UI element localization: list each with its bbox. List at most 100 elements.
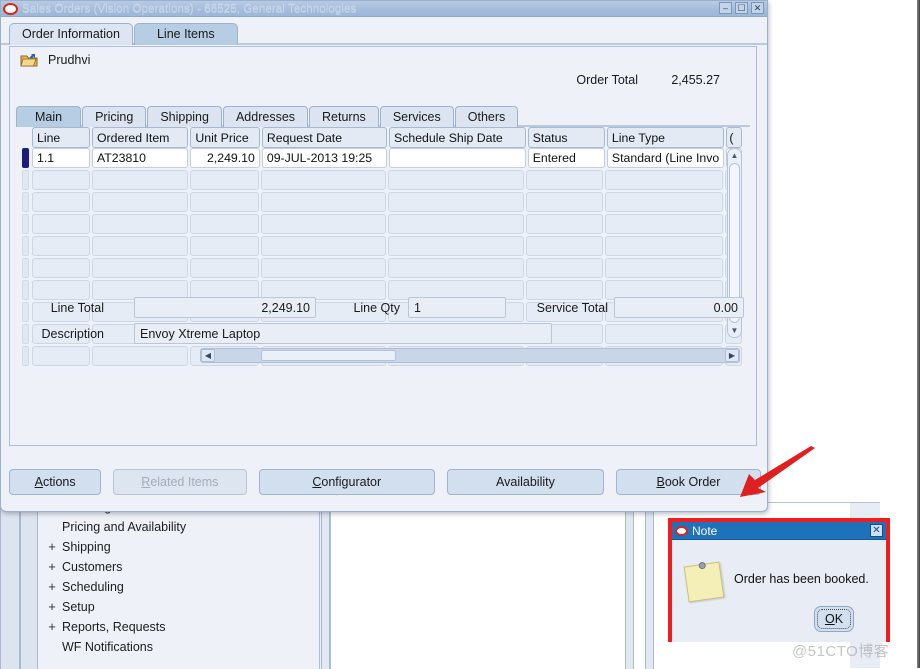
cell-empty[interactable]	[32, 170, 90, 190]
cell-status[interactable]: Entered	[527, 148, 605, 168]
cell-empty[interactable]	[189, 170, 260, 190]
cell-empty[interactable]	[91, 346, 188, 366]
cell-empty[interactable]	[526, 170, 604, 190]
cell-empty[interactable]	[32, 214, 90, 234]
cell-ordered-item[interactable]: AT23810	[91, 148, 189, 168]
note-close-button[interactable]: ✕	[870, 524, 883, 537]
col-header-status[interactable]: Status	[527, 127, 605, 148]
related-items-button[interactable]: Related Items	[113, 469, 247, 495]
expand-icon[interactable]: +	[46, 577, 58, 597]
cell-empty[interactable]	[261, 258, 387, 278]
cell-empty[interactable]	[261, 214, 387, 234]
cell-schedule-ship-date[interactable]: 31-DEC-2012 23:59:00	[389, 148, 526, 168]
row-selector[interactable]	[22, 258, 29, 278]
cell-empty[interactable]	[91, 214, 188, 234]
cell-empty[interactable]	[388, 236, 525, 256]
row-selector[interactable]	[22, 170, 29, 190]
cell-empty[interactable]	[388, 214, 525, 234]
table-row[interactable]: 1.1 AT23810 2,249.10 09-JUL-2013 19:25 3…	[22, 148, 744, 170]
tab-returns[interactable]: Returns	[309, 106, 379, 127]
cell-empty[interactable]	[526, 214, 604, 234]
tree-item[interactable]: + Customers	[38, 557, 319, 577]
row-selector[interactable]	[22, 192, 29, 212]
cell-empty[interactable]	[32, 192, 90, 212]
cell-empty[interactable]	[91, 192, 188, 212]
note-titlebar[interactable]: Note ✕	[672, 522, 886, 540]
cell-line[interactable]: 1.1	[32, 148, 90, 168]
col-header-ordered-item[interactable]: Ordered Item	[91, 127, 189, 148]
table-row-empty[interactable]	[22, 170, 744, 192]
cell-empty[interactable]	[605, 170, 723, 190]
cell-line-type[interactable]: Standard (Line Invo	[606, 148, 725, 168]
cell-empty[interactable]	[189, 214, 260, 234]
cell-empty[interactable]	[605, 236, 723, 256]
cell-empty[interactable]	[526, 258, 604, 278]
cell-empty[interactable]	[261, 192, 387, 212]
cell-empty[interactable]	[91, 170, 188, 190]
table-row-empty[interactable]	[22, 258, 744, 280]
row-selector[interactable]	[22, 346, 29, 366]
col-header-line-type[interactable]: Line Type	[606, 127, 725, 148]
tree-item[interactable]: + Shipping	[38, 537, 319, 557]
cell-empty[interactable]	[91, 258, 188, 278]
tab-services[interactable]: Services	[379, 106, 454, 127]
configurator-button[interactable]: Configurator	[258, 469, 436, 495]
tree-item[interactable]: + Scheduling	[38, 577, 319, 597]
table-row-empty[interactable]	[22, 192, 744, 214]
cell-empty[interactable]	[189, 236, 260, 256]
col-header-unit-price[interactable]: Unit Price	[190, 127, 260, 148]
row-selector[interactable]	[22, 214, 29, 234]
cell-empty[interactable]	[261, 170, 387, 190]
cell-empty[interactable]	[605, 214, 723, 234]
cell-empty[interactable]	[605, 258, 723, 278]
cell-empty[interactable]	[261, 236, 387, 256]
cell-request-date[interactable]: 09-JUL-2013 19:25	[261, 148, 388, 168]
cell-empty[interactable]	[32, 346, 90, 366]
tab-others[interactable]: Others	[454, 106, 519, 127]
cell-empty[interactable]	[189, 192, 260, 212]
cell-empty[interactable]	[32, 236, 90, 256]
tab-shipping[interactable]: Shipping	[147, 106, 222, 127]
tab-pricing[interactable]: Pricing	[82, 106, 147, 127]
tab-addresses[interactable]: Addresses	[222, 106, 309, 127]
cell-empty[interactable]	[91, 236, 188, 256]
tab-main[interactable]: Main	[16, 106, 82, 127]
row-selector[interactable]	[22, 148, 29, 168]
actions-button[interactable]: Actions	[9, 469, 102, 495]
scroll-up-icon[interactable]: ▲	[728, 149, 741, 162]
expand-icon[interactable]: +	[46, 597, 58, 617]
expand-icon[interactable]: +	[46, 537, 58, 557]
col-header-request-date[interactable]: Request Date	[261, 127, 388, 148]
note-ok-button[interactable]: OK	[814, 606, 854, 632]
tree-item[interactable]: + Reports, Requests	[38, 617, 319, 637]
cell-empty[interactable]	[526, 192, 604, 212]
cell-empty[interactable]	[32, 258, 90, 278]
table-row-empty[interactable]	[22, 214, 744, 236]
tree-item[interactable]: + Setup	[38, 597, 319, 617]
navigator-tree[interactable]: + Sales Agreement Pricing and Availabili…	[38, 499, 320, 669]
service-total-field[interactable]: 0.00	[614, 297, 744, 318]
cell-empty[interactable]	[189, 258, 260, 278]
tab-order-information[interactable]: Order Information	[9, 23, 133, 45]
col-header-schedule-ship-date[interactable]: Schedule Ship Date	[389, 127, 526, 148]
minimize-button[interactable]: –	[719, 2, 732, 14]
line-qty-field[interactable]: 1	[408, 297, 506, 318]
cell-unit-price[interactable]: 2,249.10	[190, 148, 260, 168]
description-field[interactable]: Envoy Xtreme Laptop	[134, 323, 552, 344]
cell-empty[interactable]	[605, 192, 723, 212]
cell-empty[interactable]	[388, 258, 525, 278]
tab-line-items[interactable]: Line Items	[133, 23, 238, 45]
col-header-extra[interactable]: (	[726, 127, 742, 148]
horizontal-scroll-thumb[interactable]	[261, 350, 396, 361]
scroll-right-icon[interactable]: ▶	[725, 349, 739, 362]
expand-icon[interactable]: +	[46, 617, 58, 637]
maximize-button[interactable]: ☐	[735, 2, 748, 14]
expand-icon[interactable]: +	[46, 557, 58, 577]
tree-item[interactable]: WF Notifications	[38, 637, 319, 657]
table-row-empty[interactable]	[22, 236, 744, 258]
cell-empty[interactable]	[526, 236, 604, 256]
availability-button[interactable]: Availability	[447, 469, 604, 495]
cell-empty[interactable]	[388, 192, 525, 212]
col-header-line[interactable]: Line	[32, 127, 90, 148]
grid-horizontal-scrollbar[interactable]: ◀ ▶	[200, 348, 740, 363]
